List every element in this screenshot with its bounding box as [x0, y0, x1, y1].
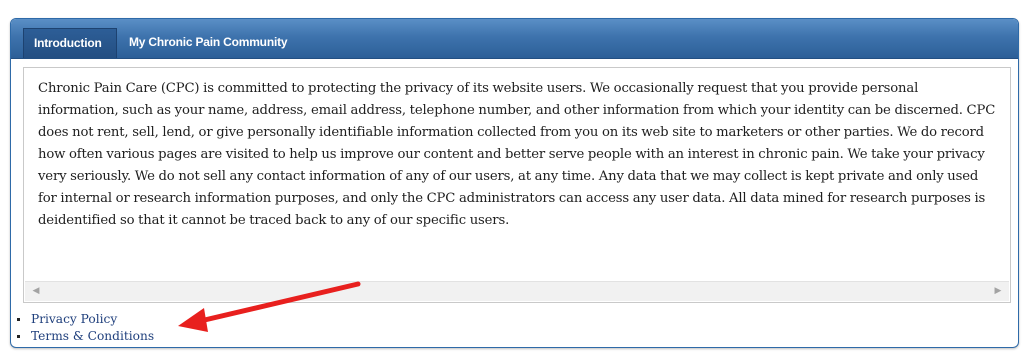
scroll-left-icon[interactable]: ◀: [31, 286, 41, 296]
bullet-icon: [17, 335, 20, 338]
privacy-statement-text: Chronic Pain Care (CPC) is committed to …: [38, 81, 996, 228]
footer-links: Privacy Policy Terms & Conditions: [15, 311, 154, 345]
bullet-icon: [17, 318, 20, 321]
tab-bar: Introduction My Chronic Pain Community: [11, 19, 1018, 59]
list-item: Privacy Policy: [15, 311, 154, 328]
privacy-policy-link[interactable]: Privacy Policy: [31, 312, 117, 326]
scroll-right-icon[interactable]: ▶: [993, 286, 1003, 296]
page-frame: Introduction My Chronic Pain Community C…: [0, 0, 1023, 358]
tab-my-chronic-pain-community[interactable]: My Chronic Pain Community: [119, 28, 299, 58]
tab-introduction[interactable]: Introduction: [23, 28, 117, 58]
list-item: Terms & Conditions: [15, 328, 154, 345]
horizontal-scrollbar[interactable]: ◀ ▶: [25, 281, 1009, 301]
tabbed-panel: Introduction My Chronic Pain Community C…: [10, 18, 1019, 348]
terms-and-conditions-link[interactable]: Terms & Conditions: [31, 329, 154, 343]
privacy-content-box: Chronic Pain Care (CPC) is committed to …: [23, 67, 1011, 303]
